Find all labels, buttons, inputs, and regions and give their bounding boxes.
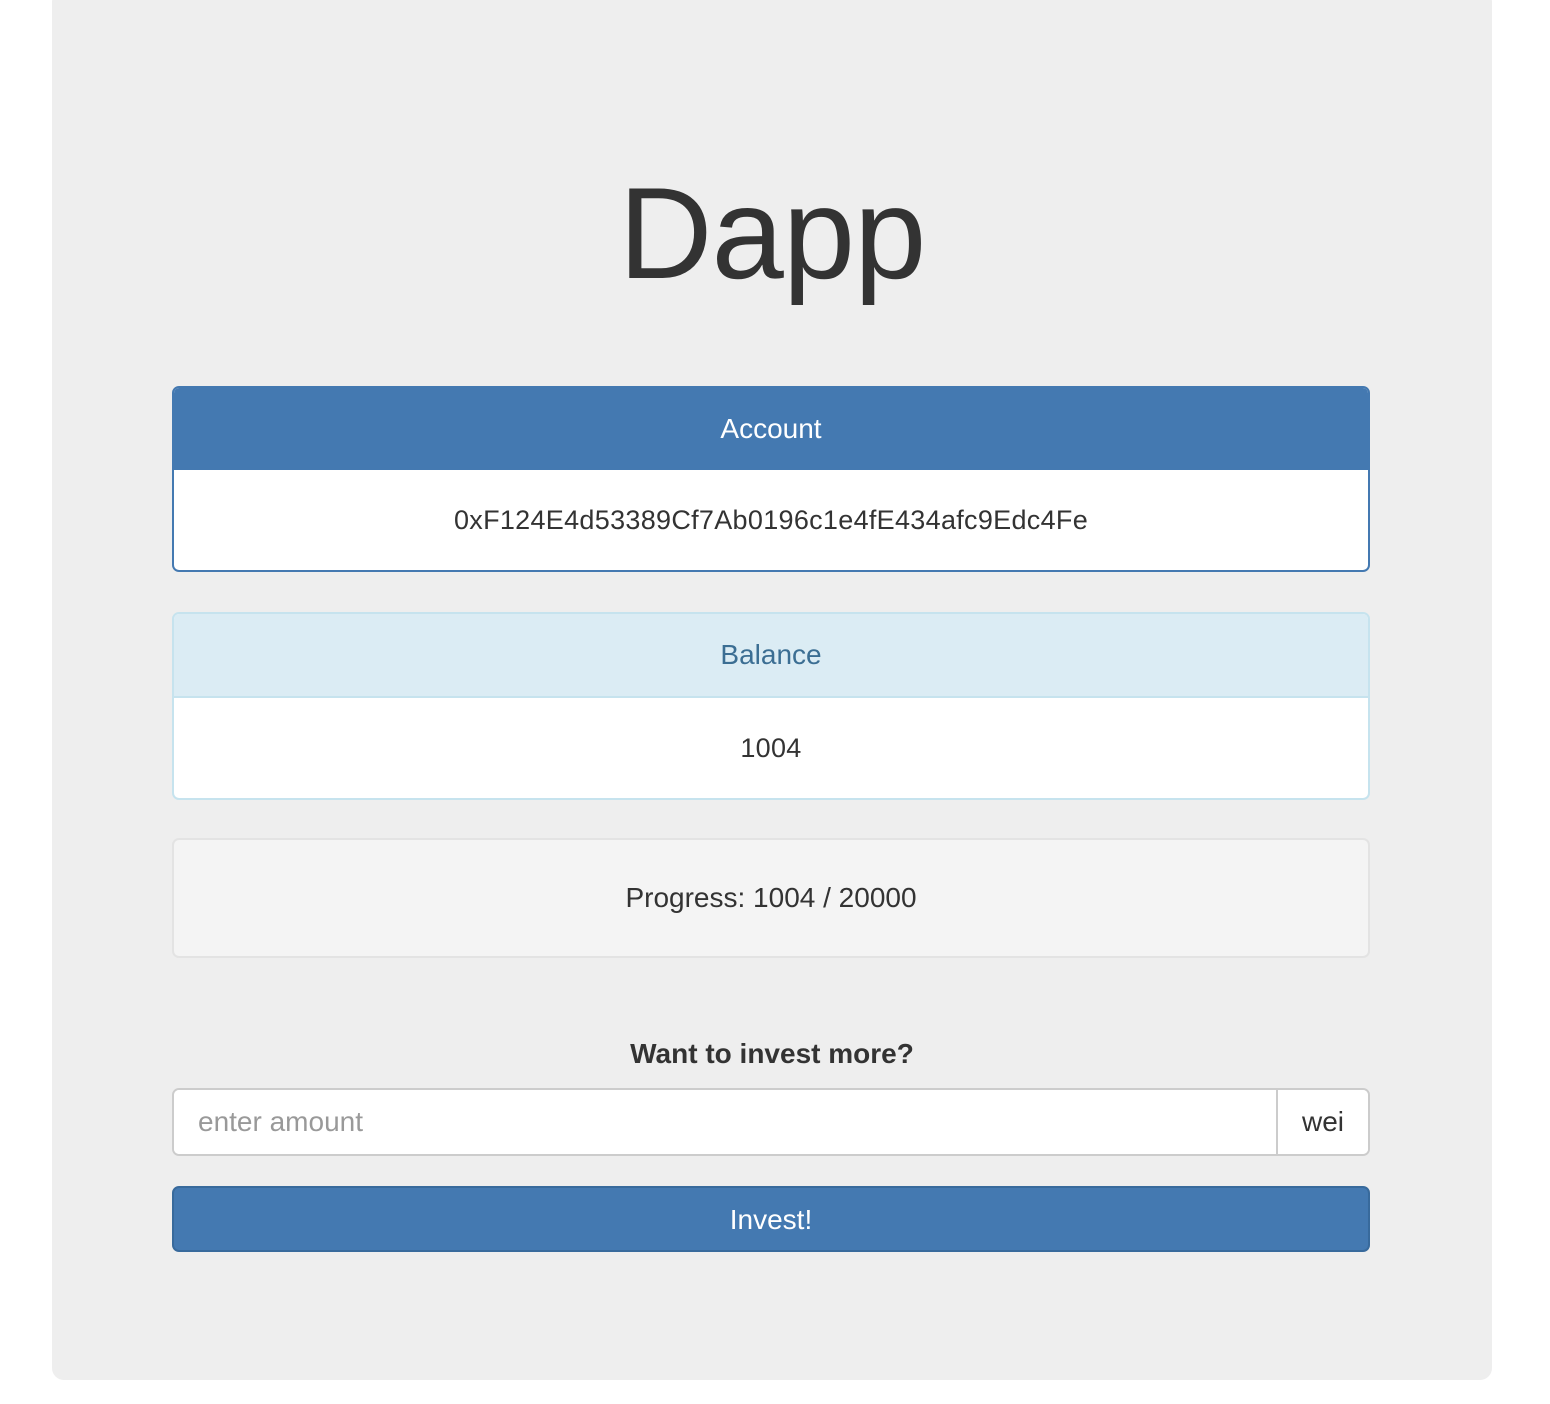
invest-button[interactable]: Invest! bbox=[172, 1186, 1370, 1252]
jumbotron-container: Dapp Account 0xF124E4d53389Cf7Ab0196c1e4… bbox=[52, 0, 1492, 1380]
page-title: Dapp bbox=[618, 160, 927, 306]
unit-addon: wei bbox=[1276, 1090, 1368, 1154]
amount-input[interactable] bbox=[174, 1090, 1276, 1154]
account-address: 0xF124E4d53389Cf7Ab0196c1e4fE434afc9Edc4… bbox=[453, 505, 1089, 535]
account-panel-heading: Account bbox=[174, 388, 1368, 470]
progress-well: Progress: 1004 / 20000 bbox=[172, 838, 1370, 958]
amount-input-group: wei bbox=[172, 1088, 1370, 1156]
balance-value: 1004 bbox=[740, 733, 802, 763]
balance-panel-heading: Balance bbox=[174, 614, 1368, 698]
balance-panel: Balance 1004 bbox=[172, 612, 1370, 800]
invest-prompt: Want to invest more? bbox=[630, 1038, 914, 1069]
progress-text: Progress: 1004 / 20000 bbox=[625, 882, 917, 913]
account-panel: Account 0xF124E4d53389Cf7Ab0196c1e4fE434… bbox=[172, 386, 1370, 572]
